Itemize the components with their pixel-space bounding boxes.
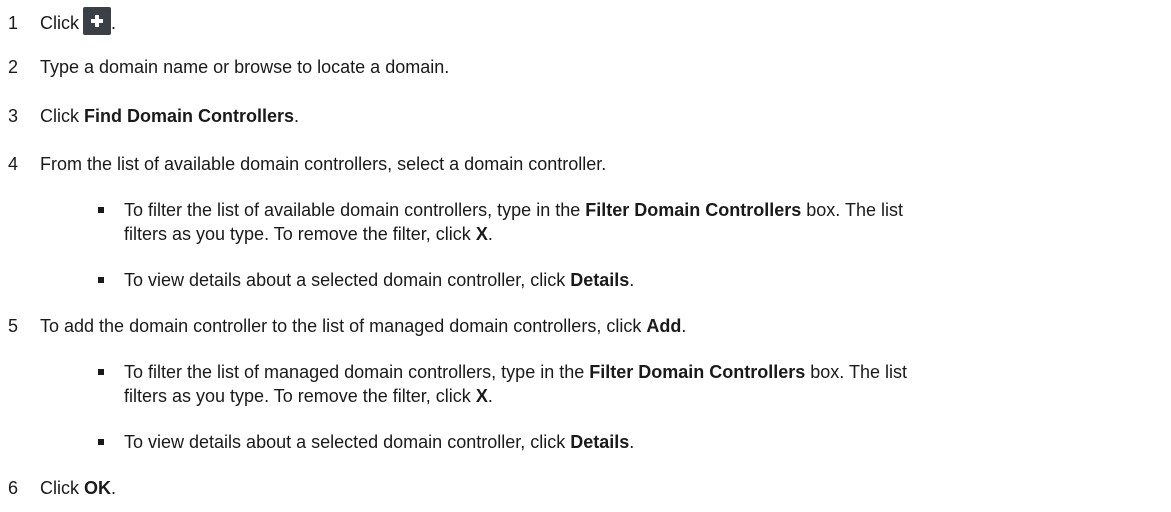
step-number: 2 (8, 57, 19, 77)
step-text: From the list of available domain contro… (40, 154, 607, 174)
step-5-bullet-filter: To filter the list of managed domain con… (124, 360, 1164, 408)
add-plus-icon[interactable] (83, 7, 111, 35)
step-4-bullet-filter: To filter the list of available domain c… (124, 198, 1164, 246)
bullet-marker (98, 207, 104, 213)
bullet-text: filters as you type. To remove the filte… (124, 386, 476, 406)
step-text: To add the domain controller to the list… (40, 316, 647, 336)
step-5: 5 To add the domain controller to the lis… (8, 314, 686, 338)
step-4-bullet-details: To view details about a selected domain … (124, 268, 1164, 292)
ui-term-filter-domain-controllers: Filter Domain Controllers (585, 200, 802, 220)
step-text: Click (40, 106, 84, 126)
ui-term-details: Details (570, 432, 630, 452)
step-text: Type a domain name or browse to locate a… (40, 57, 450, 77)
bullet-marker (98, 369, 104, 375)
step-number: 3 (8, 106, 19, 126)
bullet-text: filters as you type. To remove the filte… (124, 224, 476, 244)
bullet-text-suffix: . (487, 386, 493, 406)
bullet-text-suffix: box. The list (801, 200, 903, 220)
bullet-text: To filter the list of managed domain con… (124, 362, 590, 382)
procedure-document: 1 Click. 2 Type a domain name or browse to… (0, 0, 1171, 512)
ui-term-ok: OK (84, 478, 111, 498)
step-text-suffix: . (111, 478, 117, 498)
step-number: 1 (8, 13, 19, 33)
bullet-text-suffix: . (487, 224, 493, 244)
bullet-line-1: To filter the list of managed domain con… (124, 360, 1164, 384)
step-4: 4 From the list of available domain contr… (8, 152, 606, 176)
step-text-suffix: . (111, 13, 117, 33)
bullet-text-suffix: . (629, 270, 635, 290)
ui-term-x: X (475, 386, 488, 406)
bullet-text: To view details about a selected domain … (124, 432, 571, 452)
bullet-text: To filter the list of available domain c… (124, 200, 586, 220)
bullet-text-suffix: box. The list (805, 362, 907, 382)
step-text-suffix: . (681, 316, 687, 336)
step-2: 2 Type a domain name or browse to locate … (8, 55, 449, 79)
step-number: 6 (8, 478, 19, 498)
step-5-bullet-details: To view details about a selected domain … (124, 430, 1164, 454)
bullet-line-2: filters as you type. To remove the filte… (124, 222, 1164, 246)
ui-term-details: Details (570, 270, 630, 290)
bullet-text: To view details about a selected domain … (124, 270, 571, 290)
bullet-marker (98, 277, 104, 283)
ui-term-add: Add (646, 316, 682, 336)
bullet-text-suffix: . (629, 432, 635, 452)
step-number: 5 (8, 316, 19, 336)
step-text-suffix: . (294, 106, 300, 126)
bullet-line-1: To filter the list of available domain c… (124, 198, 1164, 222)
ui-term-x: X (475, 224, 488, 244)
bullet-marker (98, 439, 104, 445)
ui-term-find-domain-controllers: Find Domain Controllers (84, 106, 295, 126)
step-6: 6 Click OK. (8, 476, 116, 500)
step-text: Click (40, 478, 84, 498)
bullet-line-2: filters as you type. To remove the filte… (124, 384, 1164, 408)
ui-term-filter-domain-controllers: Filter Domain Controllers (589, 362, 806, 382)
step-number: 4 (8, 154, 19, 174)
step-3: 3 Click Find Domain Controllers. (8, 104, 299, 128)
step-1: 1 Click. (8, 7, 116, 35)
step-text: Click (40, 13, 79, 33)
